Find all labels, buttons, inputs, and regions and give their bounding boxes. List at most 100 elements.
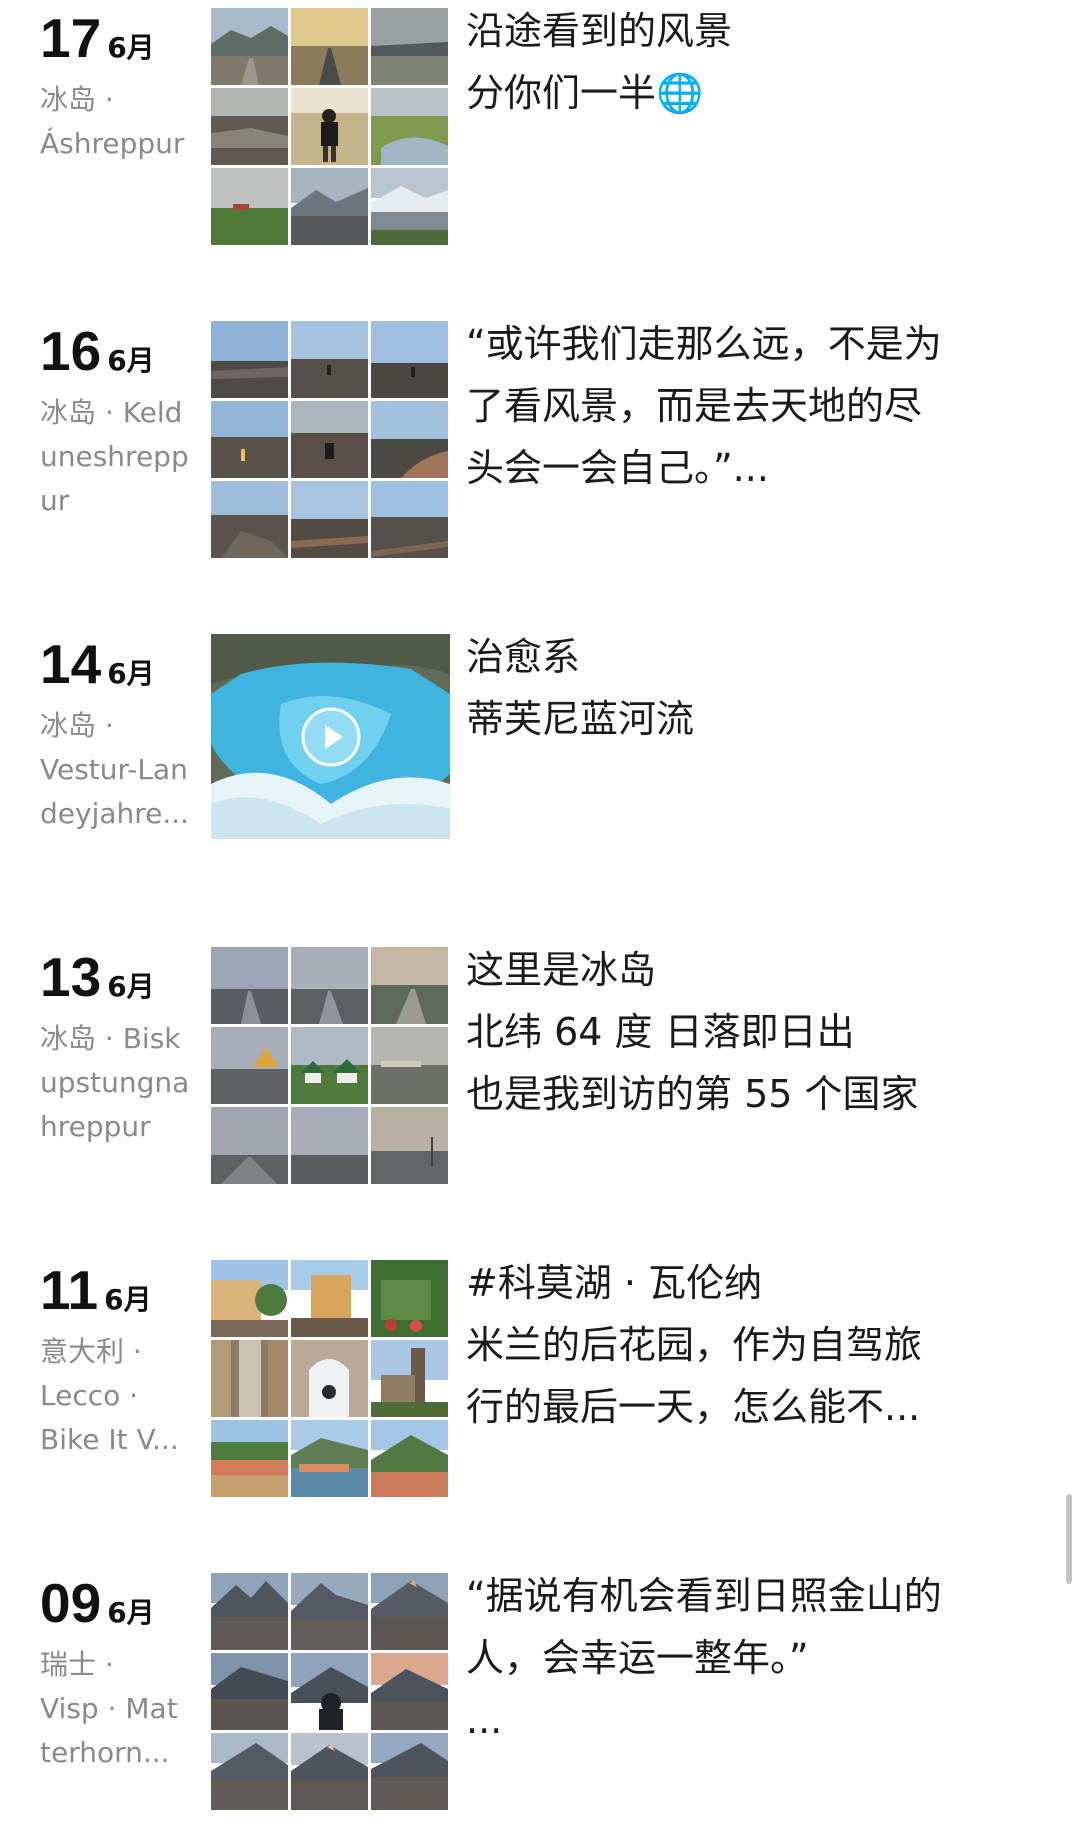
photo-thumbnail[interactable] <box>371 1260 448 1337</box>
photo-thumbnail[interactable] <box>211 1653 288 1730</box>
location-line: Bike It V... <box>40 1423 179 1456</box>
post-text-line: 头会一会自己。”... <box>466 446 769 490</box>
photo-thumbnail[interactable] <box>371 1733 448 1810</box>
post-item[interactable]: 09 6月 瑞士 · Visp · Mat terhorn... “据说有机会看到… <box>0 1565 1080 1810</box>
post-item[interactable]: 11 6月 意大利 · Lecco · Bike It V... #科莫湖 · 瓦… <box>0 1252 1080 1497</box>
post-location: 冰岛 · Keld uneshrepp ur <box>40 391 200 523</box>
post-item[interactable]: 16 6月 冰岛 · Keld uneshrepp ur “或许我们走那么远，不是… <box>0 313 1080 558</box>
photo-thumbnail[interactable] <box>371 321 448 398</box>
photo-grid[interactable] <box>211 1573 450 1812</box>
location-line: deyjahre... <box>40 797 190 830</box>
photo-thumbnail[interactable] <box>371 947 448 1024</box>
photo-grid[interactable] <box>211 321 450 560</box>
photo-thumbnail[interactable] <box>371 1420 448 1497</box>
photo-grid[interactable] <box>211 1260 450 1499</box>
post-date: 09 6月 <box>40 1573 155 1633</box>
photo-thumbnail[interactable] <box>371 8 448 85</box>
location-line: Lecco · <box>40 1379 139 1412</box>
post-month: 6月 <box>107 970 155 1003</box>
post-item[interactable]: 17 6月 冰岛 · Áshreppur 沿途看到的风景 分你们一半🌐 <box>0 0 1080 245</box>
photo-grid[interactable] <box>211 947 450 1186</box>
photo-thumbnail[interactable] <box>211 1340 288 1417</box>
photo-thumbnail[interactable] <box>291 8 368 85</box>
photo-thumbnail[interactable] <box>291 88 368 165</box>
photo-thumbnail[interactable] <box>291 401 368 478</box>
post-text[interactable]: 治愈系 蒂芙尼蓝河流 <box>466 626 1026 750</box>
post-text-line: #科莫湖 · 瓦伦纳 <box>466 1261 763 1305</box>
photo-grid[interactable] <box>211 8 450 247</box>
post-date: 11 6月 <box>40 1260 152 1320</box>
photo-thumbnail[interactable] <box>371 481 448 558</box>
photo-thumbnail[interactable] <box>291 1653 368 1730</box>
photo-thumbnail[interactable] <box>291 1107 368 1184</box>
photo-thumbnail[interactable] <box>291 947 368 1024</box>
post-text-line: 沿途看到的风景 <box>466 9 733 53</box>
post-item[interactable]: 14 6月 冰岛 · Vestur-Lan deyjahre... 治愈系 蒂芙尼 <box>0 626 1080 866</box>
post-location: 冰岛 · Vestur-Lan deyjahre... <box>40 704 200 836</box>
scrollbar[interactable] <box>1066 1494 1072 1584</box>
photo-thumbnail[interactable] <box>211 1733 288 1810</box>
post-day: 13 <box>40 946 102 1008</box>
post-item[interactable]: 13 6月 冰岛 · Bisk upstungna hreppur 这里是冰岛 北… <box>0 939 1080 1184</box>
photo-thumbnail[interactable] <box>371 1340 448 1417</box>
post-text-line: 了看风景，而是去天地的尽 <box>466 384 923 428</box>
post-text-line: ... <box>466 1698 503 1742</box>
photo-thumbnail[interactable] <box>211 947 288 1024</box>
location-line: 意大利 · <box>40 1335 142 1368</box>
post-text-line: “据说有机会看到日照金山的 <box>466 1574 942 1618</box>
post-text[interactable]: “据说有机会看到日照金山的 人，会幸运一整年。” ... <box>466 1565 1026 1751</box>
photo-thumbnail[interactable] <box>291 1340 368 1417</box>
photo-thumbnail[interactable] <box>291 1733 368 1810</box>
photo-thumbnail[interactable] <box>211 1107 288 1184</box>
post-month: 6月 <box>107 31 155 64</box>
location-line: 冰岛 · Bisk <box>40 1022 181 1055</box>
photo-thumbnail[interactable] <box>371 88 448 165</box>
photo-thumbnail[interactable] <box>291 1027 368 1104</box>
post-month: 6月 <box>107 1596 155 1629</box>
photo-thumbnail[interactable] <box>211 8 288 85</box>
photo-thumbnail[interactable] <box>291 1420 368 1497</box>
photo-thumbnail[interactable] <box>371 168 448 245</box>
photo-thumbnail[interactable] <box>211 1420 288 1497</box>
photo-thumbnail[interactable] <box>211 1573 288 1650</box>
post-location: 意大利 · Lecco · Bike It V... <box>40 1330 200 1462</box>
post-text[interactable]: 这里是冰岛 北纬 64 度 日落即日出 也是我到访的第 55 个国家 <box>466 939 1026 1125</box>
photo-thumbnail[interactable] <box>371 401 448 478</box>
photo-thumbnail[interactable] <box>291 1573 368 1650</box>
photo-thumbnail[interactable] <box>291 321 368 398</box>
photo-thumbnail[interactable] <box>371 1573 448 1650</box>
photo-thumbnail[interactable] <box>291 481 368 558</box>
post-text[interactable]: 沿途看到的风景 分你们一半🌐 <box>466 0 1026 124</box>
video-thumbnail[interactable] <box>211 634 450 839</box>
photo-thumbnail[interactable] <box>211 168 288 245</box>
post-text-line: 人，会幸运一整年。” <box>466 1636 809 1680</box>
post-text[interactable]: #科莫湖 · 瓦伦纳 米兰的后花园，作为自驾旅 行的最后一天，怎么能不... <box>466 1252 1026 1438</box>
photo-thumbnail[interactable] <box>371 1653 448 1730</box>
post-location: 瑞士 · Visp · Mat terhorn... <box>40 1643 200 1775</box>
post-month: 6月 <box>107 657 155 690</box>
location-line: 瑞士 · <box>40 1648 114 1681</box>
location-line: Vestur-Lan <box>40 753 188 786</box>
post-location: 冰岛 · Bisk upstungna hreppur <box>40 1017 200 1149</box>
photo-thumbnail[interactable] <box>211 1027 288 1104</box>
photo-thumbnail[interactable] <box>211 401 288 478</box>
post-text-line: 也是我到访的第 55 个国家 <box>466 1072 919 1116</box>
post-text-line: 这里是冰岛 <box>466 948 657 992</box>
post-date: 13 6月 <box>40 947 155 1007</box>
moments-feed: 17 6月 冰岛 · Áshreppur 沿途看到的风景 分你们一半🌐 16 6月 <box>0 0 1080 1826</box>
location-line: hreppur <box>40 1110 151 1143</box>
location-line: uneshrepp <box>40 440 189 473</box>
photo-thumbnail[interactable] <box>211 481 288 558</box>
post-text[interactable]: “或许我们走那么远，不是为 了看风景，而是去天地的尽 头会一会自己。”... <box>466 313 1026 499</box>
photo-thumbnail[interactable] <box>371 1107 448 1184</box>
play-icon[interactable] <box>301 707 361 767</box>
post-date: 16 6月 <box>40 321 155 381</box>
photo-thumbnail[interactable] <box>371 1027 448 1104</box>
photo-thumbnail[interactable] <box>211 1260 288 1337</box>
photo-thumbnail[interactable] <box>211 88 288 165</box>
photo-thumbnail[interactable] <box>211 321 288 398</box>
location-line: ur <box>40 484 70 517</box>
photo-thumbnail[interactable] <box>291 1260 368 1337</box>
photo-thumbnail[interactable] <box>291 168 368 245</box>
location-line: 冰岛 · <box>40 709 114 742</box>
